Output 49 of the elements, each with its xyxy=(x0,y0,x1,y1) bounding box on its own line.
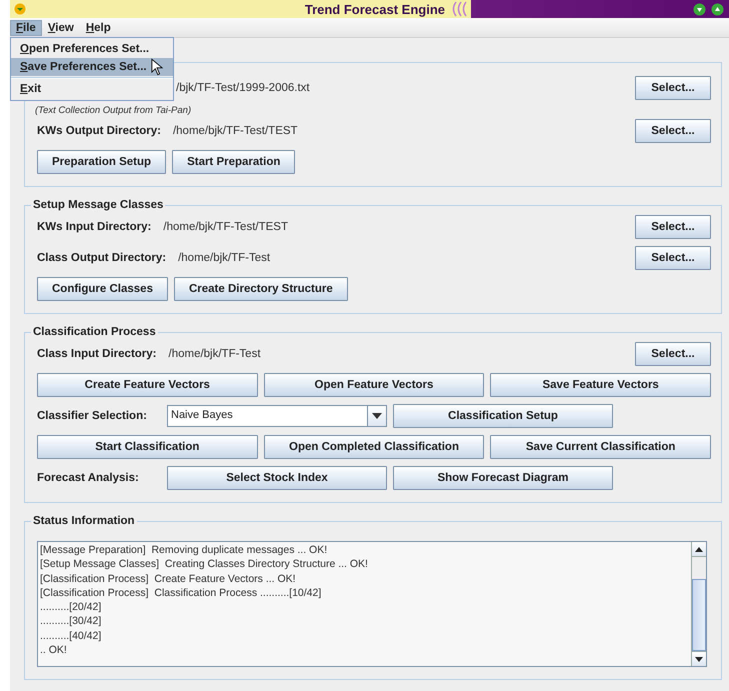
field-label: Forecast Analysis: xyxy=(37,472,140,484)
button[interactable]: Create Feature Vectors xyxy=(37,373,258,397)
section-title: Setup Message Classes xyxy=(32,199,164,211)
menu-item[interactable]: File xyxy=(10,20,42,36)
app-icon xyxy=(14,3,26,15)
button[interactable]: Open Feature Vectors xyxy=(264,373,484,397)
minimize-icon[interactable] xyxy=(693,2,706,16)
button[interactable]: Preparation Setup xyxy=(37,150,166,174)
button[interactable]: Select... xyxy=(635,215,711,239)
classifier-dropdown[interactable]: Naive Bayes xyxy=(167,405,387,427)
field-label: Class Output Directory: xyxy=(37,252,166,264)
scrollbar[interactable] xyxy=(691,542,706,666)
field-label: KWs Output Directory: xyxy=(37,125,161,137)
button[interactable]: Start Preparation xyxy=(172,150,296,174)
button[interactable]: Show Forecast Diagram xyxy=(393,466,613,490)
field-label: Classifier Selection: xyxy=(37,410,148,422)
maximize-icon[interactable] xyxy=(711,2,724,16)
caret-icon xyxy=(372,413,382,419)
menu-entry[interactable]: Open Preferences Set... xyxy=(20,43,150,55)
button[interactable]: Select... xyxy=(635,119,711,143)
button[interactable]: Configure Classes xyxy=(37,277,168,301)
path-text: /home/bjk/TF-Test xyxy=(168,348,261,360)
menu-item[interactable]: View xyxy=(42,20,80,36)
path-text: /home/bjk/TF-Test xyxy=(178,252,270,264)
path-text: /bjk/TF-Test/1999-2006.txt xyxy=(176,82,310,94)
button[interactable]: Classification Setup xyxy=(393,404,613,428)
button[interactable]: Open Completed Classification xyxy=(264,435,484,459)
button[interactable]: Start Classification xyxy=(37,435,258,459)
field-label: Class Input Directory: xyxy=(37,348,156,360)
button[interactable]: Select... xyxy=(635,342,711,366)
hint-text: (Text Collection Output from Tai-Pan) xyxy=(35,105,192,116)
path-text: /home/bjk/TF-Test/TEST xyxy=(172,125,298,137)
button[interactable]: Save Feature Vectors xyxy=(490,373,711,397)
button[interactable]: Select Stock Index xyxy=(167,466,387,490)
status-log: [Message Preparation] Removing duplicate messages ... OK! [Setup Message Classes] Creating Classes Directory Structure ... OK! [Classification Process] Create Feature Vectors ... OK! [Classification Process] Classification Process ..........[10/42] ..........[20/42] ..........[30/42] ..........[40/42] .. OK! xyxy=(39,543,369,658)
section-title: Status Information xyxy=(32,515,136,527)
button[interactable]: Select... xyxy=(635,246,711,270)
menu-item[interactable]: Help xyxy=(80,20,117,36)
section-title: Classification Process xyxy=(32,326,157,338)
button[interactable]: Save Current Classification xyxy=(490,435,711,459)
field-label: KWs Input Directory: xyxy=(37,221,152,233)
path-text: /home/bjk/TF-Test/TEST xyxy=(163,221,288,233)
window-title: Trend Forecast Engine xyxy=(304,2,445,16)
button[interactable]: Select... xyxy=(635,76,711,100)
scroll-up-icon[interactable] xyxy=(695,546,703,552)
cursor-icon xyxy=(150,58,163,76)
menu-entry[interactable]: Exit xyxy=(20,83,42,95)
button[interactable]: Create Directory Structure xyxy=(174,277,348,301)
scroll-down-icon[interactable] xyxy=(695,656,703,662)
